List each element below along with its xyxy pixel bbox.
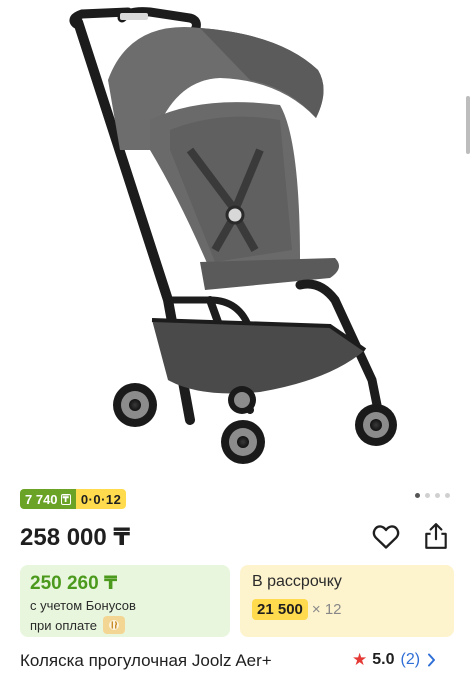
spoon-fork-icon bbox=[108, 620, 119, 630]
gallery-dot[interactable] bbox=[445, 493, 450, 498]
stroller-illustration bbox=[69, 7, 397, 464]
currency-mark: ₸ bbox=[60, 493, 71, 505]
bonus-price-card[interactable]: 250 260 ₸ с учетом Бонусов при оплате bbox=[20, 565, 230, 637]
gallery-dot[interactable] bbox=[425, 493, 430, 498]
gallery-dot[interactable] bbox=[435, 493, 440, 498]
rating-link[interactable]: ★ 5.0 (2) bbox=[352, 651, 436, 669]
star-icon: ★ bbox=[352, 650, 368, 669]
favorite-button[interactable] bbox=[372, 523, 400, 551]
review-count[interactable]: (2) bbox=[401, 651, 421, 669]
promo-badges: 7 740 ₸ 0·0·12 bbox=[20, 489, 127, 509]
installment-badge: 0·0·12 bbox=[75, 489, 127, 509]
installment-title: В рассрочку bbox=[252, 573, 342, 590]
heart-icon bbox=[372, 525, 400, 549]
gallery-dot-active[interactable] bbox=[415, 493, 420, 498]
share-icon bbox=[425, 523, 447, 549]
bonus-payment-label: при оплате bbox=[30, 617, 97, 633]
installment-card[interactable]: В рассрочку 21 500 × 12 bbox=[240, 565, 454, 637]
product-price: 258 000 ₸ bbox=[20, 524, 131, 551]
bonus-price: 250 260 ₸ bbox=[30, 573, 118, 594]
gallery-pagination[interactable] bbox=[415, 493, 450, 498]
installment-term: × 12 bbox=[311, 601, 342, 618]
chevron-shape bbox=[428, 653, 436, 667]
installment-row: 21 500 × 12 bbox=[252, 599, 342, 620]
bonus-badge-value: 7 740 bbox=[25, 491, 58, 507]
bonus-payment-note: при оплате bbox=[30, 616, 125, 634]
rating-value: 5.0 bbox=[372, 651, 395, 668]
product-image[interactable] bbox=[0, 0, 472, 480]
bonus-note: с учетом Бонусов bbox=[30, 598, 136, 613]
product-title: Коляска прогулочная Joolz Aer+ bbox=[20, 651, 272, 670]
scrollbar[interactable] bbox=[466, 96, 470, 154]
chevron-right-icon bbox=[427, 653, 436, 667]
share-button[interactable] bbox=[422, 521, 450, 551]
bonus-payment-icon bbox=[102, 616, 125, 634]
bonus-badge: 7 740 ₸ bbox=[20, 489, 76, 509]
installment-amount: 21 500 bbox=[252, 599, 308, 620]
